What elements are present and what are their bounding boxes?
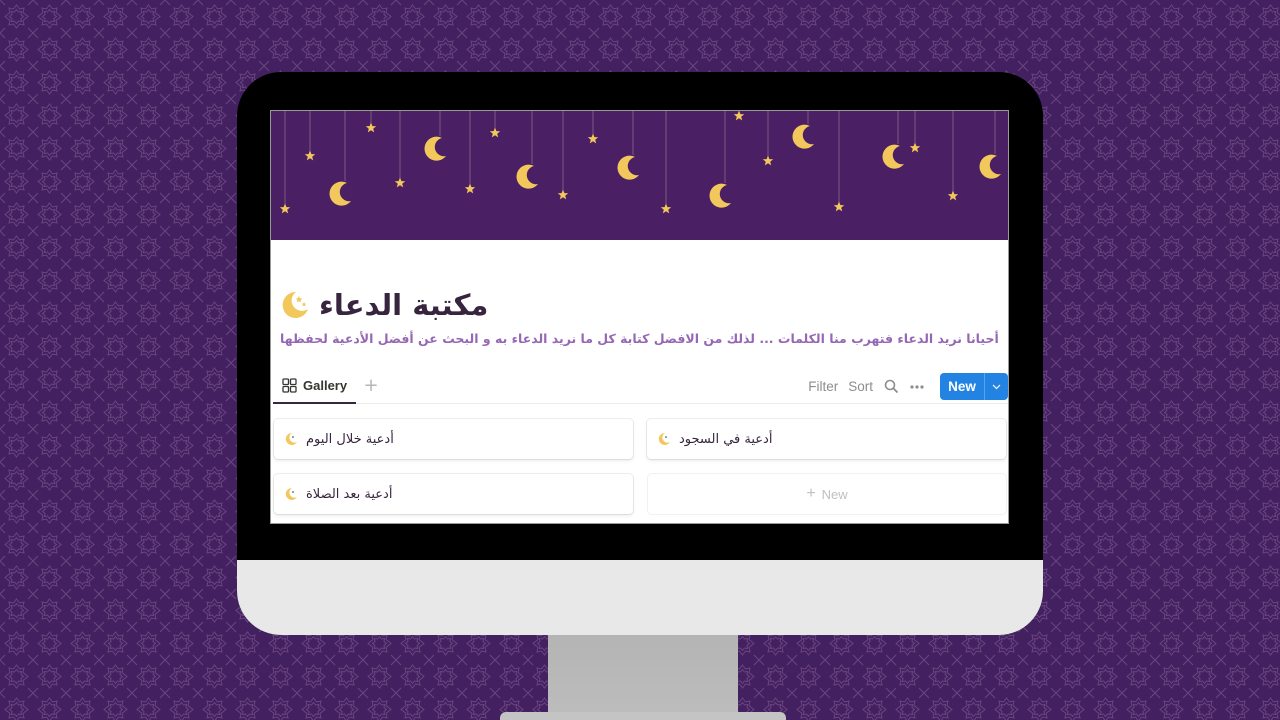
- new-button-label[interactable]: New: [940, 373, 985, 400]
- title-row: مكتبة الدعاء: [279, 285, 488, 325]
- more-horizontal-icon: [910, 384, 924, 389]
- search-icon: [884, 379, 898, 394]
- crescent-moon-icon: [424, 136, 446, 161]
- crescent-moon-icon: [329, 181, 351, 206]
- cover-illustration: [279, 111, 1001, 214]
- crescent-moon-stars-icon[interactable]: [279, 289, 311, 321]
- page-title[interactable]: مكتبة الدعاء: [319, 288, 488, 322]
- card-title: أدعية في السجود: [679, 431, 773, 447]
- crescent-moon-icon: [285, 487, 297, 500]
- card-title: أدعية خلال اليوم: [306, 431, 394, 447]
- star-icon: [909, 142, 921, 153]
- crescent-moon-icon: [979, 154, 1001, 179]
- star-icon: [587, 133, 599, 144]
- add-view-button[interactable]: +: [361, 376, 381, 396]
- star-icon: [365, 122, 377, 133]
- more-options-button[interactable]: [904, 374, 930, 400]
- crescent-moon-icon: [792, 124, 814, 149]
- star-icon: [489, 127, 501, 138]
- card-title: أدعية بعد الصلاة: [306, 486, 393, 502]
- crescent-moon-icon: [709, 183, 731, 208]
- crescent-moon-icon: [516, 164, 538, 189]
- crescent-moon-icon: [617, 155, 639, 180]
- filter-button[interactable]: Filter: [803, 379, 843, 394]
- star-icon: [762, 155, 774, 166]
- star-icon: [947, 190, 959, 201]
- star-icon: [733, 111, 745, 121]
- monitor-frame: مكتبة الدعاء أحيانا نريد الدعاء فتهرب من…: [237, 72, 1043, 635]
- new-button[interactable]: New: [940, 373, 1008, 400]
- star-icon: [279, 203, 291, 214]
- add-new-card-button[interactable]: + New: [648, 474, 1006, 514]
- notion-page: مكتبة الدعاء أحيانا نريد الدعاء فتهرب من…: [270, 110, 1009, 524]
- sort-button[interactable]: Sort: [843, 379, 878, 394]
- monitor-stand-base: [500, 712, 786, 720]
- search-button[interactable]: [878, 374, 904, 400]
- database-view-bar: Gallery + Filter Sort New: [273, 369, 1008, 404]
- star-icon: [660, 203, 672, 214]
- page-description[interactable]: أحيانا نريد الدعاء فتهرب منا الكلمات ...…: [280, 331, 999, 346]
- gallery-grid-icon: [282, 378, 297, 393]
- gallery-card[interactable]: أدعية في السجود: [647, 419, 1006, 459]
- monitor-stand: [548, 634, 738, 720]
- star-icon: [464, 183, 476, 194]
- chevron-down-icon: [992, 384, 1001, 389]
- star-icon: [304, 150, 316, 161]
- tab-gallery-label: Gallery: [303, 378, 348, 393]
- add-new-card-label: New: [821, 486, 848, 502]
- gallery-card[interactable]: أدعية بعد الصلاة: [274, 474, 633, 514]
- crescent-moon-icon: [882, 144, 904, 169]
- cover-banner[interactable]: [271, 111, 1008, 240]
- monitor-chin: [237, 560, 1043, 635]
- plus-icon: +: [806, 485, 816, 502]
- crescent-moon-icon: [285, 432, 297, 445]
- gallery-card[interactable]: أدعية خلال اليوم: [274, 419, 633, 459]
- star-icon: [394, 177, 406, 188]
- view-toolbar: Filter Sort New: [803, 373, 1008, 400]
- new-dropdown-toggle[interactable]: [985, 384, 1008, 390]
- crescent-moon-icon: [658, 432, 670, 445]
- tab-gallery[interactable]: Gallery: [273, 369, 356, 404]
- star-icon: [557, 189, 569, 200]
- star-icon: [833, 201, 845, 212]
